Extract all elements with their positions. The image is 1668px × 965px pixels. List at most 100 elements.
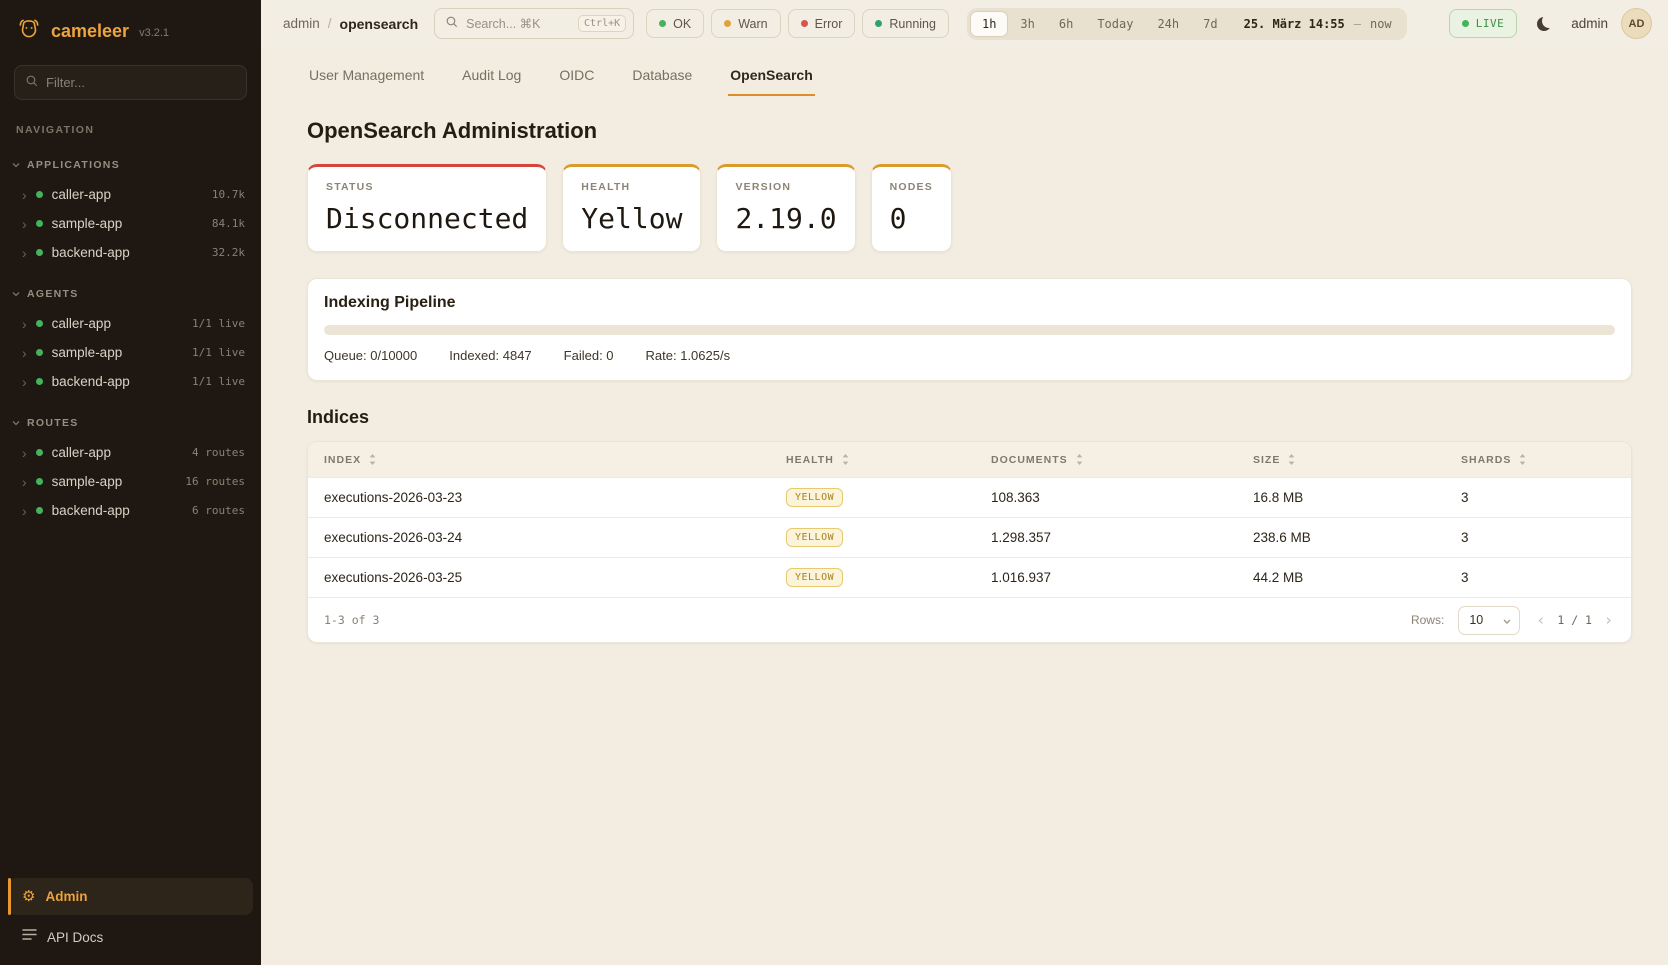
- moon-icon: [1537, 17, 1551, 31]
- stat-label: VERSION: [735, 181, 836, 193]
- time-range-today[interactable]: Today: [1085, 11, 1145, 37]
- filter-ok[interactable]: OK: [646, 9, 704, 38]
- tab-user-management[interactable]: User Management: [307, 57, 426, 96]
- tab-oidc[interactable]: OIDC: [557, 57, 596, 96]
- sidebar-item-sample-app-agent[interactable]: › sample-app 1/1 live: [0, 338, 261, 367]
- stat-card-health: HEALTH Yellow: [562, 164, 701, 252]
- topbar: admin / opensearch Ctrl+K OK: [261, 0, 1668, 47]
- item-label: backend-app: [52, 503, 130, 518]
- column-header-documents[interactable]: DOCUMENTS: [991, 454, 1253, 466]
- index-name: executions-2026-03-24: [324, 530, 462, 545]
- previous-page-button[interactable]: ‹: [1534, 611, 1547, 629]
- app-logo[interactable]: cameleer v3.2.1: [0, 0, 261, 59]
- app-root: cameleer v3.2.1 NAVIGATION APPLICATIONS …: [0, 0, 1668, 965]
- section-header-routes[interactable]: ROUTES: [0, 411, 261, 438]
- status-dot: [36, 349, 43, 356]
- time-range-display[interactable]: 25. März 14:55 — now: [1230, 17, 1404, 31]
- sidebar-section-applications: APPLICATIONS › caller-app 10.7k › sample…: [0, 153, 261, 267]
- filter-warn[interactable]: Warn: [711, 9, 780, 38]
- sidebar-item-sample-app-routes[interactable]: › sample-app 16 routes: [0, 467, 261, 496]
- item-label: backend-app: [52, 245, 130, 260]
- admin-tabs: User Management Audit Log OIDC Database …: [307, 57, 1632, 96]
- sidebar-item-admin[interactable]: ⚙ Admin: [8, 878, 253, 915]
- status-dot: [36, 478, 43, 485]
- chevron-down-icon: [12, 285, 20, 303]
- documents-count: 1.016.937: [991, 570, 1051, 585]
- sidebar-item-backend-app-agent[interactable]: › backend-app 1/1 live: [0, 367, 261, 396]
- chevron-right-icon: ›: [22, 504, 27, 518]
- live-toggle[interactable]: LIVE: [1449, 9, 1518, 38]
- time-range-6h[interactable]: 6h: [1047, 11, 1085, 37]
- list-icon: [22, 928, 37, 946]
- user-name: admin: [1571, 16, 1608, 31]
- stat-card-status: STATUS Disconnected: [307, 164, 547, 252]
- chevron-right-icon: ›: [22, 188, 27, 202]
- sidebar-item-backend-app-routes[interactable]: › backend-app 6 routes: [0, 496, 261, 525]
- table-row[interactable]: executions-2026-03-23 YELLOW 108.363 16.…: [308, 477, 1631, 517]
- cameleer-logo-icon: [16, 16, 42, 47]
- avatar[interactable]: AD: [1621, 8, 1652, 39]
- chevron-right-icon: ›: [22, 317, 27, 331]
- rows-label: Rows:: [1411, 613, 1444, 627]
- column-header-index[interactable]: INDEX: [308, 454, 786, 466]
- column-label: HEALTH: [786, 454, 834, 466]
- time-range-3h[interactable]: 3h: [1008, 11, 1046, 37]
- pipeline-stats: Queue: 0/10000 Indexed: 4847 Failed: 0 R…: [324, 348, 1615, 363]
- item-badge: 1/1 live: [192, 317, 245, 330]
- tab-opensearch[interactable]: OpenSearch: [728, 57, 814, 96]
- sidebar-item-caller-app[interactable]: › caller-app 10.7k: [0, 180, 261, 209]
- column-header-shards[interactable]: SHARDS: [1461, 454, 1631, 466]
- sort-icon: [842, 454, 849, 465]
- sort-icon: [1288, 454, 1295, 465]
- status-filter-group: OK Warn Error Running: [646, 9, 949, 38]
- tab-audit-log[interactable]: Audit Log: [460, 57, 523, 96]
- item-badge: 6 routes: [192, 504, 245, 517]
- shards-count: 3: [1461, 490, 1469, 505]
- pipeline-failed: Failed: 0: [564, 348, 614, 363]
- section-header-agents[interactable]: AGENTS: [0, 282, 261, 309]
- sort-icon: [369, 454, 376, 465]
- sidebar-item-caller-app-routes[interactable]: › caller-app 4 routes: [0, 438, 261, 467]
- app-version: v3.2.1: [139, 27, 169, 39]
- next-page-button[interactable]: ›: [1602, 611, 1615, 629]
- stat-value: 2.19.0: [735, 202, 836, 235]
- global-search-input[interactable]: [466, 17, 570, 31]
- sidebar-footer: ⚙ Admin API Docs: [0, 878, 261, 965]
- sidebar-item-backend-app[interactable]: › backend-app 32.2k: [0, 238, 261, 267]
- time-range-1h[interactable]: 1h: [970, 11, 1008, 37]
- date-separator: —: [1354, 17, 1361, 31]
- time-range-24h[interactable]: 24h: [1145, 11, 1191, 37]
- sort-icon: [1076, 454, 1083, 465]
- live-dot: [1462, 20, 1469, 27]
- section-label: ROUTES: [27, 417, 79, 429]
- sidebar-item-sample-app[interactable]: › sample-app 84.1k: [0, 209, 261, 238]
- chevron-right-icon: ›: [22, 446, 27, 460]
- rows-per-page-select[interactable]: 10: [1458, 606, 1520, 635]
- sidebar-item-api-docs[interactable]: API Docs: [8, 919, 253, 955]
- time-range-control: 1h 3h 6h Today 24h 7d 25. März 14:55 — n…: [967, 8, 1407, 40]
- section-header-applications[interactable]: APPLICATIONS: [0, 153, 261, 180]
- section-label: APPLICATIONS: [27, 159, 120, 171]
- filter-error[interactable]: Error: [788, 9, 856, 38]
- stat-value: 0: [890, 202, 933, 235]
- chevron-down-icon: [12, 156, 20, 174]
- status-dot: [36, 449, 43, 456]
- item-label: sample-app: [52, 474, 123, 489]
- column-header-size[interactable]: SIZE: [1253, 454, 1461, 466]
- filter-running[interactable]: Running: [862, 9, 949, 38]
- table-row[interactable]: executions-2026-03-24 YELLOW 1.298.357 2…: [308, 517, 1631, 557]
- column-header-health[interactable]: HEALTH: [786, 454, 991, 466]
- status-dot: [36, 378, 43, 385]
- sidebar-filter-input[interactable]: [46, 75, 236, 90]
- table-row[interactable]: executions-2026-03-25 YELLOW 1.016.937 4…: [308, 557, 1631, 597]
- health-badge: YELLOW: [786, 488, 843, 507]
- tab-database[interactable]: Database: [630, 57, 694, 96]
- item-label: backend-app: [52, 374, 130, 389]
- ok-dot: [659, 20, 666, 27]
- sidebar-item-caller-app-agent[interactable]: › caller-app 1/1 live: [0, 309, 261, 338]
- time-range-7d[interactable]: 7d: [1191, 11, 1229, 37]
- sidebar: cameleer v3.2.1 NAVIGATION APPLICATIONS …: [0, 0, 261, 965]
- breadcrumb-admin[interactable]: admin: [283, 16, 320, 31]
- dark-mode-toggle[interactable]: [1530, 10, 1558, 38]
- page-title: OpenSearch Administration: [307, 118, 1632, 144]
